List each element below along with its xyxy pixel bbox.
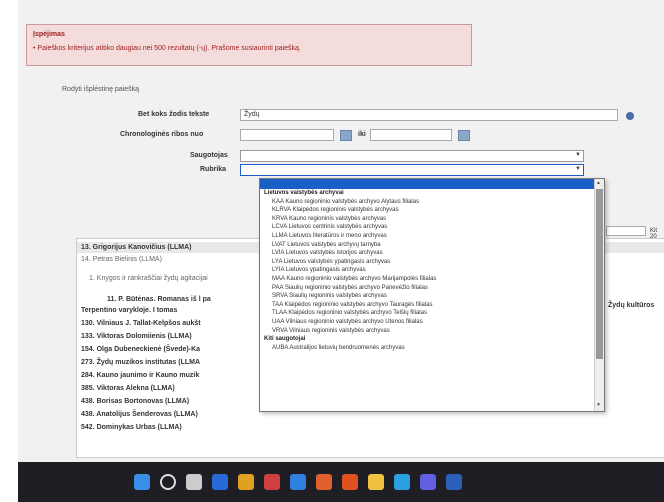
rubric-label: Rubrika — [200, 166, 227, 173]
result-row[interactable]: 130. Vilniaus J. Tallat-Kelpšos aukšt — [81, 320, 201, 327]
date-from-input[interactable] — [240, 129, 334, 141]
date-to-label: iki — [358, 131, 366, 138]
result-row[interactable]: 385. Viktoras Alekna (LLMA) — [81, 385, 175, 392]
page-size-select[interactable] — [606, 226, 646, 236]
windows-start-icon[interactable] — [134, 474, 150, 490]
rubric-dropdown-list[interactable]: Lietuvos valstybės archyvai KAA Kauno reg… — [259, 178, 605, 412]
page-size-label: Kit 20 — [650, 228, 658, 240]
photo-frame: Įspėjimas • Paieškos kriterijus atitiko … — [0, 0, 664, 502]
alert-title: Įspėjimas — [33, 31, 65, 38]
result-row[interactable]: 438. Anatolijus Šenderovas (LLMA) — [81, 411, 198, 418]
result-row[interactable]: 1. Knygos ir rankraščiai žydų agitacijai — [89, 275, 208, 282]
result-row[interactable]: 13. Grigorijus Kanovičius (LLMA) — [81, 244, 191, 251]
warning-alert: Įspėjimas • Paieškos kriterijus atitiko … — [26, 24, 472, 66]
chevron-down-icon: ▼ — [575, 152, 581, 158]
taskbar — [18, 462, 664, 502]
dropdown-option[interactable]: KRVA Kauno regioninis valstybės archyvas — [260, 215, 594, 224]
dropdown-option[interactable]: LVIA Lietuvos valstybės istorijos archyv… — [260, 249, 594, 258]
result-row[interactable]: 14. Petras Bielinis (LLMA) — [81, 256, 162, 263]
dropdown-option[interactable]: LLMA Lietuvos literatūros ir meno archyv… — [260, 232, 594, 241]
dropdown-option[interactable]: ŠRVA Šiaulių regioninis valstybės archyv… — [260, 292, 594, 301]
dropdown-option[interactable]: LCVA Lietuvos centrinis valstybės archyv… — [260, 223, 594, 232]
dropdown-option[interactable]: KLRVA Klaipėdos regioninis valstybės arc… — [260, 206, 594, 215]
result-row[interactable]: 438. Borisas Bortonovas (LLMA) — [81, 398, 189, 405]
dropdown-highlighted-option[interactable] — [260, 179, 594, 189]
result-row[interactable]: 11. P. Būtėnas. Romanas iš l pa — [107, 296, 211, 303]
chevron-down-icon: ▼ — [575, 166, 581, 172]
word-icon[interactable] — [446, 474, 462, 490]
chrome-icon[interactable] — [238, 474, 254, 490]
any-word-label: Bet koks žodis tekste — [138, 111, 210, 118]
result-row[interactable]: 273. Žydų muzikos institutas (LLMA — [81, 359, 200, 366]
skype-icon[interactable] — [394, 474, 410, 490]
dropdown-scrollbar[interactable]: ▲ ▼ — [594, 179, 604, 411]
dropdown-option[interactable]: TAA Klaipėdos regioninio valstybės archy… — [260, 301, 594, 310]
dropdown-option[interactable]: LYIA Lietuvos ypatingasis archyvas — [260, 266, 594, 275]
firefox-icon[interactable] — [342, 474, 358, 490]
result-row[interactable]: 542. Dominykas Urbas (LLMA) — [81, 424, 182, 431]
scroll-up-icon[interactable]: ▲ — [596, 180, 601, 186]
file-explorer-icon[interactable] — [368, 474, 384, 490]
edge-icon[interactable] — [290, 474, 306, 490]
dropdown-option[interactable]: UAA Vilniaus regioninio valstybės archyv… — [260, 318, 594, 327]
dropdown-option[interactable]: LYA Lietuvos valstybės ypatingasis archy… — [260, 258, 594, 267]
dropdown-group-label: Kiti saugotojai — [264, 336, 306, 343]
meet-icon[interactable] — [212, 474, 228, 490]
dropdown-option[interactable]: VRVA Vilniaus regioninis valstybės archy… — [260, 327, 594, 336]
dropdown-options: Lietuvos valstybės archyvai KAA Kauno reg… — [260, 179, 594, 352]
result-row[interactable]: 154. Olga Dubeneckienė (Švede)-Ka — [81, 346, 200, 353]
date-range-label: Chronologinės ribos nuo — [120, 131, 204, 138]
any-word-input[interactable]: Žydų — [240, 109, 618, 121]
alert-message: • Paieškos kriterijus atitiko daugiau ne… — [33, 45, 301, 52]
dropdown-option[interactable]: TLAA Klaipėdos regioninio valstybės arch… — [260, 309, 594, 318]
app-icon[interactable] — [420, 474, 436, 490]
rubric-select[interactable]: ▼ — [240, 164, 584, 176]
dropdown-option[interactable]: PAA Šiaulių regioninio valstybės archyvo… — [260, 284, 594, 293]
date-to-input[interactable] — [370, 129, 452, 141]
scroll-down-icon[interactable]: ▼ — [596, 402, 601, 408]
browser-viewport: Įspėjimas • Paieškos kriterijus atitiko … — [18, 0, 664, 462]
result-row[interactable]: 133. Viktoras Dolomiienis (LLMA) — [81, 333, 192, 340]
dropdown-option[interactable]: KAA Kauno regioninio valstybės archyvo A… — [260, 198, 594, 207]
result-row[interactable]: 284. Kauno jaunimo ir Kauno muzik — [81, 372, 199, 379]
media-icon[interactable] — [264, 474, 280, 490]
calendar-from-icon[interactable] — [340, 130, 352, 141]
scrollbar-thumb[interactable] — [596, 189, 603, 359]
keeper-label: Saugotojas — [190, 152, 228, 159]
dropdown-option[interactable]: AUBA Australijos lietuvių bendruomenės a… — [260, 344, 594, 353]
office-icon[interactable] — [316, 474, 332, 490]
help-icon[interactable] — [626, 112, 634, 120]
advanced-search-link[interactable]: Rodyti išplėstinę paiešką — [62, 86, 139, 93]
dropdown-option[interactable]: LVAT Lietuvos valstybės archyvų tarnyba — [260, 241, 594, 250]
dropdown-option[interactable]: MAA Kauno regioninio valstybės archyvo M… — [260, 275, 594, 284]
result-row[interactable]: Terpentino varykloje. I tomas — [81, 307, 177, 314]
task-view-icon[interactable] — [186, 474, 202, 490]
search-icon[interactable] — [160, 474, 176, 490]
side-heading: Žydų kultūros — [608, 302, 655, 309]
calendar-to-icon[interactable] — [458, 130, 470, 141]
keeper-select[interactable]: ▼ — [240, 150, 584, 162]
dropdown-group-label: Lietuvos valstybės archyvai — [264, 190, 344, 196]
